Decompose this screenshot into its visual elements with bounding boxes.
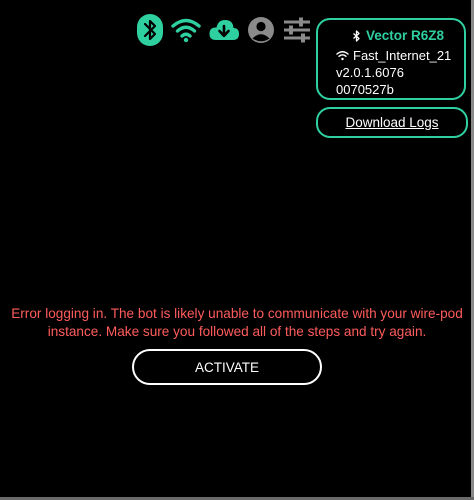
wifi-icon[interactable] (171, 12, 201, 48)
firmware-version: v2.0.1.6076 (336, 65, 404, 80)
error-message: Error logging in. The bot is likely unab… (11, 306, 463, 339)
wifi-network-row: Fast_Internet_21 (336, 47, 464, 64)
account-icon[interactable] (247, 12, 275, 48)
wifi-network-name: Fast_Internet_21 (353, 48, 452, 63)
bluetooth-icon[interactable] (136, 12, 164, 48)
activate-button[interactable]: ACTIVATE (132, 349, 322, 385)
bluetooth-small-icon (352, 29, 361, 42)
device-info-card: Vector R6Z8 Fast_Internet_21 v2.0.1.6076… (316, 18, 466, 100)
status-icon-bar (136, 12, 319, 48)
settings-sliders-icon[interactable] (282, 12, 312, 48)
cloud-download-icon[interactable] (208, 12, 240, 48)
device-name: Vector R6Z8 (366, 28, 445, 43)
device-name-row: Vector R6Z8 (352, 26, 464, 45)
wifi-small-icon (336, 50, 349, 61)
app-screen: Vector R6Z8 Fast_Internet_21 v2.0.1.6076… (0, 0, 474, 500)
device-serial: 0070527b (336, 82, 394, 97)
download-logs-button[interactable]: Download Logs (316, 107, 468, 138)
